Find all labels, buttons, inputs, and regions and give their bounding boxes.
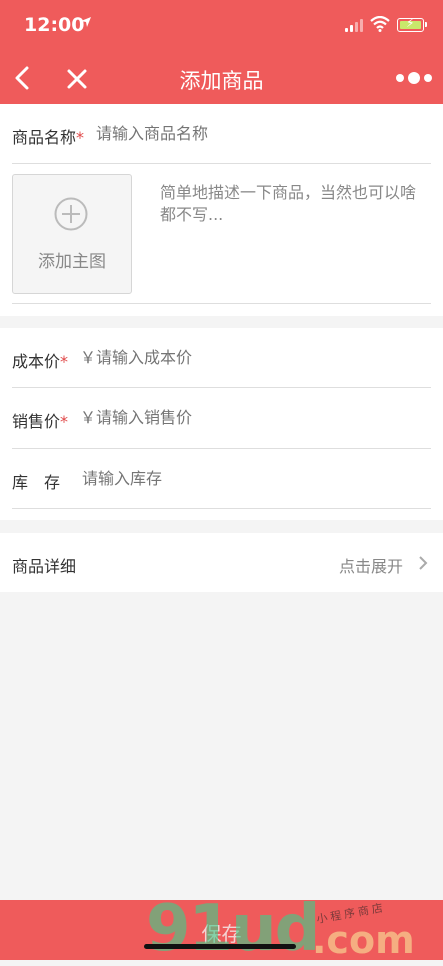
wifi-icon <box>370 15 390 36</box>
battery-icon: ⚡ <box>397 16 427 32</box>
chevron-right-icon <box>417 555 429 571</box>
add-main-image-label: 添加主图 <box>38 252 106 272</box>
nav-bar: 添加商品 <box>0 52 443 104</box>
home-indicator <box>144 944 296 949</box>
stock-input[interactable] <box>82 469 412 488</box>
product-name-input[interactable] <box>96 124 416 143</box>
pricing-section: 成本价* 销售价* 库 存 <box>0 328 443 520</box>
cost-price-input[interactable] <box>80 348 410 367</box>
signal-icon <box>345 18 363 32</box>
watermark-logo: 91ud <box>146 892 320 966</box>
expand-link[interactable]: 点击展开 <box>339 553 403 577</box>
status-bar: 12:00 ⚡ <box>0 0 443 52</box>
sale-price-label: 销售价* <box>12 412 69 431</box>
product-name-label: 商品名称* <box>12 128 85 147</box>
cost-price-label: 成本价* <box>12 352 69 371</box>
detail-row[interactable]: 商品详细 点击展开 <box>0 533 443 592</box>
status-time: 12:00 <box>24 14 85 36</box>
add-main-image-button[interactable]: 添加主图 <box>12 174 132 294</box>
detail-label: 商品详细 <box>12 557 77 576</box>
page-title: 添加商品 <box>179 69 264 93</box>
add-image-icon <box>54 197 88 231</box>
description-input[interactable]: 简单地描述一下商品，当然也可以啥都不写... <box>160 182 424 226</box>
sale-price-input[interactable] <box>80 408 410 427</box>
basic-info-section: 商品名称* 添加主图 简单地描述一下商品，当然也可以啥都不写... <box>0 104 443 316</box>
location-arrow-icon <box>80 16 92 32</box>
more-icon[interactable] <box>392 68 436 88</box>
stock-label: 库 存 <box>12 473 61 492</box>
